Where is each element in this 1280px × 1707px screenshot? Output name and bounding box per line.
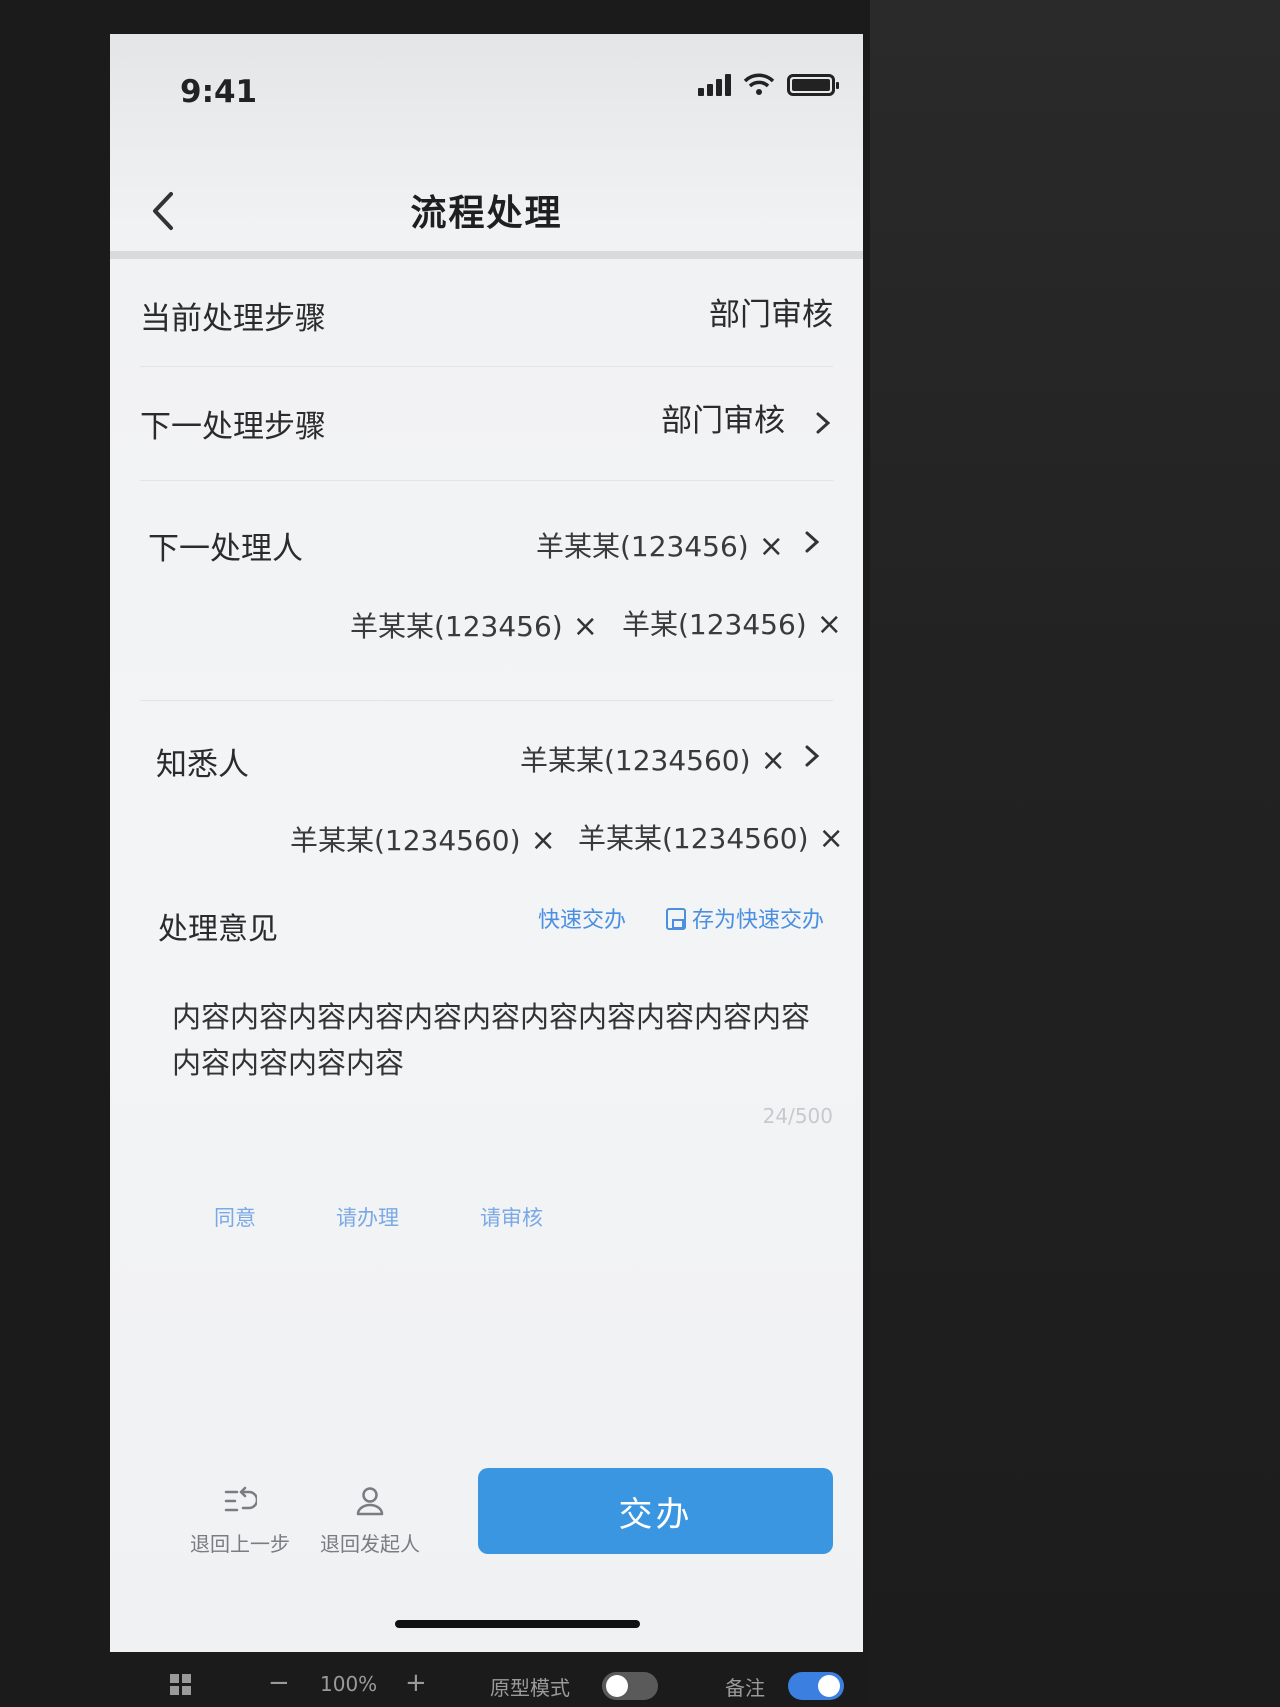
opinion-textarea[interactable]: 内容内容内容内容内容内容内容内容内容内容内容内容内容内容内容 xyxy=(172,994,822,1086)
user-icon xyxy=(356,1487,384,1516)
handler-chip-name: 羊某某(123456) xyxy=(536,530,749,563)
prototype-toolbar: − 100% + 原型模式 备注 xyxy=(170,1668,870,1704)
back-step-label: 退回上一步 xyxy=(190,1532,290,1556)
handler-chip: 羊某某(123456) × xyxy=(350,605,598,645)
preset-tag[interactable]: 同意 xyxy=(214,1202,256,1232)
preset-tag[interactable]: 请审核 xyxy=(480,1202,543,1232)
preset-tag[interactable]: 请办理 xyxy=(336,1202,399,1232)
layout-grid-icon[interactable] xyxy=(170,1674,192,1696)
close-icon[interactable]: × xyxy=(759,529,784,564)
zoom-out-button[interactable]: − xyxy=(268,1668,290,1698)
nav-bar: 流程处理 xyxy=(110,144,863,259)
submit-button[interactable]: 交办 xyxy=(478,1468,833,1554)
handler-chip: 羊某某(123456) × xyxy=(536,525,784,565)
home-indicator xyxy=(395,1620,640,1628)
prototype-mode-toggle[interactable] xyxy=(602,1672,658,1700)
current-step-label: 当前处理步骤 xyxy=(140,301,326,337)
next-step-selector[interactable]: 部门审核 xyxy=(661,395,833,440)
current-step-value: 部门审核 xyxy=(709,297,833,333)
close-icon[interactable]: × xyxy=(531,823,556,858)
zoom-level: 100% xyxy=(320,1672,378,1696)
notes-label: 备注 xyxy=(725,1676,765,1700)
cc-chip: 羊某某(1234560) × xyxy=(520,739,786,779)
close-icon[interactable]: × xyxy=(573,609,598,644)
close-icon[interactable]: × xyxy=(819,821,844,856)
handler-chip-name: 羊某某(123456) xyxy=(350,610,563,643)
back-initiator-label: 退回发起人 xyxy=(320,1532,420,1556)
status-icons xyxy=(698,72,839,96)
opinion-label: 处理意见 xyxy=(158,912,278,947)
cc-chip-name: 羊某某(1234560) xyxy=(520,744,751,777)
handler-chip: 羊某(123456) × xyxy=(622,603,842,643)
quick-action-link[interactable]: 快速交办 xyxy=(538,902,626,934)
page-title: 流程处理 xyxy=(410,193,563,234)
next-handler-row: 下一处理人 羊某某(123456) × 羊某某(123456) × 羊某(12345… xyxy=(140,481,842,701)
cc-chip: 羊某某(1234560) × xyxy=(578,817,844,857)
prototype-mode-label: 原型模式 xyxy=(490,1676,570,1700)
chevron-right-icon[interactable] xyxy=(802,527,822,557)
cc-chip: 羊某某(1234560) × xyxy=(290,819,556,859)
back-initiator-button[interactable]: 退回发起人 xyxy=(310,1484,430,1557)
next-handler-label: 下一处理人 xyxy=(148,531,303,567)
undo-list-icon xyxy=(224,1486,257,1512)
current-step-row: 当前处理步骤 部门审核 xyxy=(140,259,833,367)
handler-chip-name: 羊某(123456) xyxy=(622,608,807,641)
background xyxy=(870,0,1280,1707)
back-step-button[interactable]: 退回上一步 xyxy=(180,1484,300,1557)
wifi-icon xyxy=(743,73,775,95)
cc-chip-name: 羊某某(1234560) xyxy=(290,824,521,857)
chevron-right-icon[interactable] xyxy=(802,741,822,771)
zoom-in-button[interactable]: + xyxy=(405,1668,427,1698)
save-quick-action-link[interactable]: 存为快速交办 xyxy=(666,902,824,934)
next-step-value: 部门审核 xyxy=(661,403,786,439)
status-time: 9:41 xyxy=(180,74,258,110)
chevron-right-icon xyxy=(816,412,831,433)
char-counter: 24/500 xyxy=(762,1104,833,1128)
battery-icon xyxy=(787,74,839,96)
cc-row: 知悉人 羊某某(1234560) × 羊某某(1234560) × 羊某某(1234… xyxy=(140,701,844,881)
cc-chip-name: 羊某某(1234560) xyxy=(578,822,809,855)
close-icon[interactable]: × xyxy=(817,607,842,642)
next-step-label: 下一处理步骤 xyxy=(140,409,326,445)
save-quick-label: 存为快速交办 xyxy=(692,908,825,933)
save-icon xyxy=(666,908,686,930)
cc-label: 知悉人 xyxy=(156,747,249,783)
notes-toggle[interactable] xyxy=(788,1672,844,1700)
phone-screen: 9:41 流程处理 当前处理步骤 部门审核 下一处理步骤 部门审核 下一处理人 … xyxy=(110,34,863,1652)
signal-icon xyxy=(698,74,731,96)
status-bar: 9:41 xyxy=(110,34,863,144)
close-icon[interactable]: × xyxy=(761,743,786,778)
next-step-row[interactable]: 下一处理步骤 部门审核 xyxy=(140,367,833,481)
